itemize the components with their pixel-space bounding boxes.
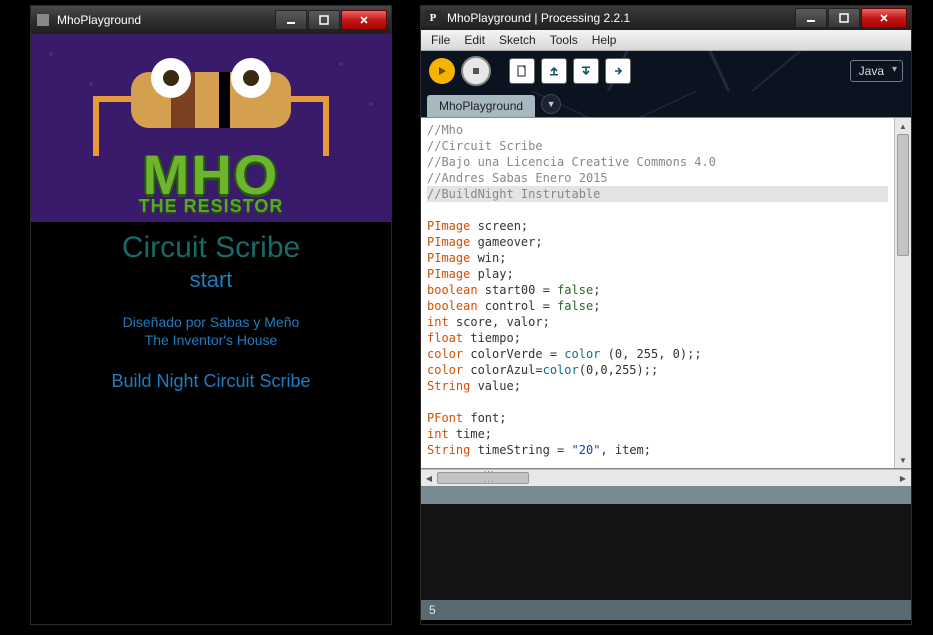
ide-titlebar[interactable]: P MhoPlayground | Processing 2.2.1 bbox=[421, 6, 911, 30]
run-button[interactable] bbox=[429, 58, 455, 84]
vertical-scrollbar[interactable]: ▲ ▼ bbox=[894, 118, 911, 468]
game-titlebar[interactable]: MhoPlayground bbox=[31, 6, 391, 34]
close-button[interactable] bbox=[861, 8, 907, 28]
mode-selector[interactable]: Java bbox=[850, 60, 903, 82]
menu-file[interactable]: File bbox=[425, 31, 456, 49]
start-button[interactable]: start bbox=[31, 267, 391, 293]
message-bar bbox=[421, 486, 911, 504]
build-night-label: Build Night Circuit Scribe bbox=[31, 371, 391, 392]
export-button[interactable] bbox=[605, 58, 631, 84]
ide-window: P MhoPlayground | Processing 2.2.1 File … bbox=[420, 5, 912, 625]
mho-character-icon bbox=[111, 52, 311, 132]
status-bar: 5 bbox=[421, 600, 911, 620]
tabbar: MhoPlayground ▼ bbox=[421, 91, 911, 117]
vscroll-thumb[interactable] bbox=[897, 134, 909, 256]
tab-menu-button[interactable]: ▼ bbox=[541, 94, 561, 114]
credit-line-2: The Inventor's House bbox=[31, 331, 391, 349]
code-editor[interactable]: //Mho //Circuit Scribe //Bajo una Licenc… bbox=[421, 118, 894, 468]
stop-button[interactable] bbox=[461, 56, 491, 86]
maximize-button[interactable] bbox=[828, 8, 860, 28]
game-canvas[interactable]: MHO THE RESISTOR Circuit Scribe start Di… bbox=[31, 34, 391, 624]
scroll-right-icon[interactable]: ▶ bbox=[895, 470, 911, 486]
mode-label: Java bbox=[859, 64, 884, 78]
menubar: File Edit Sketch Tools Help bbox=[421, 30, 911, 51]
menu-edit[interactable]: Edit bbox=[458, 31, 491, 49]
close-button[interactable] bbox=[341, 10, 387, 30]
game-title: MhoPlayground bbox=[57, 13, 275, 27]
logo-big: MHO bbox=[31, 151, 391, 199]
menu-tools[interactable]: Tools bbox=[544, 31, 584, 49]
scroll-down-icon[interactable]: ▼ bbox=[895, 452, 911, 468]
scroll-left-icon[interactable]: ◀ bbox=[421, 470, 437, 486]
toolbar: Java bbox=[421, 51, 911, 91]
line-number-indicator: 5 bbox=[429, 603, 436, 617]
console-output[interactable] bbox=[421, 504, 911, 600]
save-sketch-button[interactable] bbox=[573, 58, 599, 84]
game-subtitle: Circuit Scribe bbox=[31, 231, 391, 265]
open-sketch-button[interactable] bbox=[541, 58, 567, 84]
minimize-button[interactable] bbox=[795, 8, 827, 28]
menu-sketch[interactable]: Sketch bbox=[493, 31, 542, 49]
credit-line-1: Diseñado por Sabas y Meño bbox=[31, 313, 391, 331]
menu-help[interactable]: Help bbox=[586, 31, 623, 49]
horizontal-scrollbar[interactable]: ◀ ▶ bbox=[421, 469, 911, 486]
editor-area: //Mho //Circuit Scribe //Bajo una Licenc… bbox=[421, 117, 911, 469]
game-window: MhoPlayground MHO THE RESISTOR Circuit S… bbox=[30, 5, 392, 625]
logo-sub: THE RESISTOR bbox=[31, 199, 391, 214]
ide-title: MhoPlayground | Processing 2.2.1 bbox=[447, 11, 795, 25]
hscroll-thumb[interactable] bbox=[437, 472, 529, 484]
game-app-icon bbox=[35, 12, 51, 28]
new-sketch-button[interactable] bbox=[509, 58, 535, 84]
game-logo: MHO THE RESISTOR bbox=[31, 151, 391, 214]
minimize-button[interactable] bbox=[275, 10, 307, 30]
sketch-tab[interactable]: MhoPlayground bbox=[427, 95, 535, 117]
maximize-button[interactable] bbox=[308, 10, 340, 30]
game-hero-banner: MHO THE RESISTOR bbox=[31, 34, 391, 223]
processing-app-icon: P bbox=[425, 10, 441, 26]
scroll-up-icon[interactable]: ▲ bbox=[895, 118, 911, 134]
